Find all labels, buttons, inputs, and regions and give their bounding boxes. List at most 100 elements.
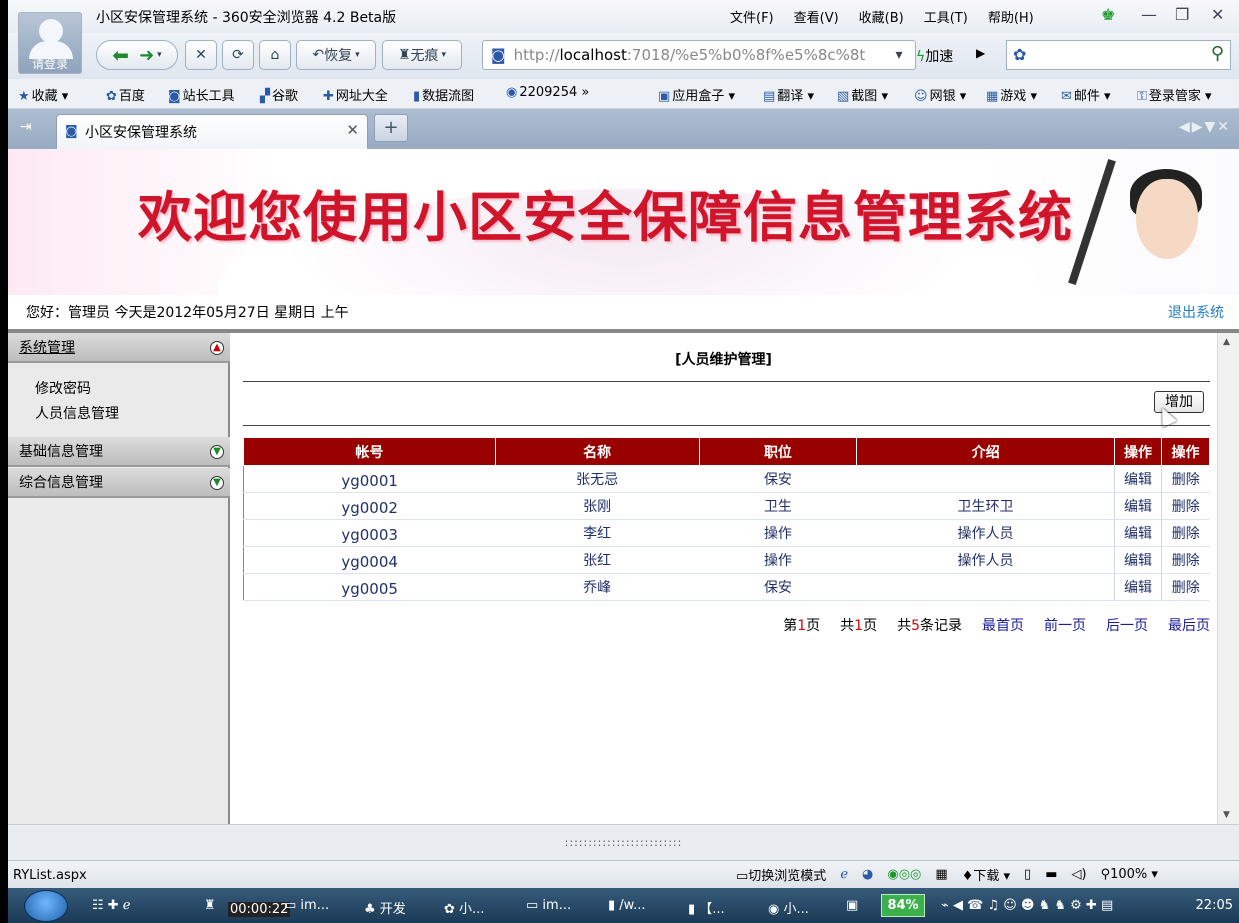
delete-link[interactable]: 删除 [1161, 519, 1210, 547]
edit-link[interactable]: 编辑 [1114, 573, 1162, 601]
menu-file[interactable]: 文件(F) [730, 7, 774, 26]
restore-button[interactable]: ↶ 恢复 ▾ [296, 40, 376, 70]
tab-community-security[interactable]: ◙ 小区安保管理系统 ✕ [56, 114, 368, 149]
logout-link[interactable]: 退出系统 [1168, 302, 1224, 322]
prev-page-link[interactable]: 前一页 [1044, 615, 1086, 635]
fav-dataflow[interactable]: ▮ 数据流图 [413, 85, 474, 104]
column-header-account[interactable]: 帐号 [243, 437, 496, 466]
url-dropdown[interactable]: ▾ [887, 40, 911, 70]
collapse-icon[interactable]: ▲ [210, 341, 224, 355]
delete-link[interactable]: 删除 [1161, 465, 1210, 493]
scroll-up-icon[interactable]: ▲ [1223, 337, 1230, 347]
stop-button[interactable]: ✕ [185, 40, 217, 70]
edit-link[interactable]: 编辑 [1114, 492, 1162, 520]
delete-link[interactable]: 删除 [1161, 546, 1210, 574]
fav-login-manager[interactable]: ⚿ 登录管家 ▾ [1137, 85, 1212, 104]
taskbar-item-browser[interactable]: ◉ 小... [768, 898, 809, 917]
menu-favorites[interactable]: 收藏(B) [859, 7, 904, 26]
menu-view[interactable]: 查看(V) [794, 7, 839, 26]
expand-icon[interactable]: ▼ [210, 476, 224, 490]
first-page-link[interactable]: 最首页 [982, 615, 1024, 635]
fav-translate[interactable]: ▤ 翻译 ▾ [763, 85, 814, 104]
skin-icon[interactable]: ♚ [1101, 5, 1115, 24]
forward-icon[interactable]: ➜ [139, 45, 154, 66]
scroll-down-icon[interactable]: ▼ [1223, 810, 1230, 820]
sidebar-item-personnel[interactable]: 人员信息管理 [35, 403, 119, 423]
quick-launch-icons[interactable]: ☷ ✚ ℯ [92, 898, 131, 913]
back-icon[interactable]: ⬅ [112, 43, 129, 67]
vertical-scrollbar[interactable]: ▲ ▼ [1217, 333, 1239, 824]
download-button[interactable]: ♦下载 ▾ [962, 865, 1010, 884]
fav-web-directory[interactable]: ✚ 网址大全 [323, 85, 388, 104]
taskbar-item-doc[interactable]: ▮ 【... [688, 898, 725, 917]
fav-screenshot[interactable]: ▧ 截图 ▾ [837, 85, 888, 104]
fav-baidu[interactable]: ✿ 百度 [106, 85, 145, 104]
fav-webmaster[interactable]: ◙ 站长工具 [168, 85, 235, 104]
baidu-icon[interactable]: ✿ [1013, 45, 1026, 64]
user-avatar[interactable]: 请登录 [18, 12, 82, 74]
last-page-link[interactable]: 最后页 [1168, 615, 1210, 635]
new-tab-button[interactable]: + [374, 114, 408, 142]
screen-icon[interactable]: ▬ [1045, 867, 1057, 882]
fav-2209254[interactable]: ◉ 2209254 » [506, 85, 589, 100]
go-icon[interactable]: ▶ [976, 46, 985, 60]
expand-icon[interactable]: ▼ [210, 445, 224, 459]
sidebar-item-change-password[interactable]: 修改密码 [35, 378, 91, 398]
taskbar-item-folder[interactable]: ▭ im... [284, 898, 329, 913]
splitter-handle[interactable]: ::::::::::::::::::::::::: [8, 824, 1239, 860]
column-header-intro[interactable]: 介绍 [856, 437, 1116, 466]
close-tab-icon[interactable]: ✕ [346, 121, 359, 139]
chevron-down-icon: ▾ [355, 50, 360, 60]
next-page-link[interactable]: 后一页 [1106, 615, 1148, 635]
sidebar-section-basic-info[interactable]: 基础信息管理 ▼ [8, 437, 230, 467]
minimize-icon[interactable]: — [1141, 5, 1157, 24]
edit-link[interactable]: 编辑 [1114, 465, 1162, 493]
start-button[interactable] [24, 890, 68, 922]
menu-tools[interactable]: 工具(T) [924, 7, 968, 26]
search-input[interactable]: ✿ ⚲ [1006, 40, 1231, 70]
delete-link[interactable]: 删除 [1161, 492, 1210, 520]
maximize-icon[interactable]: ❐ [1175, 5, 1189, 24]
shield-icon[interactable]: ◕ [862, 867, 873, 882]
taskbar-item-dev[interactable]: ♣ 开发 [364, 898, 406, 917]
taskbar-item-web[interactable]: ▮ /w... [608, 898, 646, 913]
fav-app-box[interactable]: ▣ 应用盒子 ▾ [658, 85, 735, 104]
zoom-control[interactable]: ⚲100% ▾ [1101, 867, 1158, 882]
delete-link[interactable]: 删除 [1161, 573, 1210, 601]
fav-games[interactable]: ▦ 游戏 ▾ [986, 85, 1037, 104]
tray-icons[interactable]: ⌁ ◀ ☎ ♫ ☺ ☻ ♞ ♞ ⚙ ✚ ▤ [941, 898, 1113, 913]
phone-icon[interactable]: ▯ [1024, 867, 1031, 882]
tab-controls-icon[interactable]: ◀▶▼✕ [1179, 119, 1231, 135]
fav-google[interactable]: ▞ 谷歌 [260, 85, 298, 104]
edit-link[interactable]: 编辑 [1114, 546, 1162, 574]
calendar-icon[interactable]: ▦ [935, 867, 947, 882]
fav-ebank[interactable]: ☺ 网银 ▾ [914, 85, 966, 104]
column-header-position[interactable]: 职位 [698, 437, 858, 466]
column-header-name[interactable]: 名称 [494, 437, 700, 466]
taskbar-item-app[interactable]: ✿ 小... [444, 898, 484, 917]
login-label[interactable]: 请登录 [19, 55, 81, 72]
browse-mode-toggle[interactable]: ▭切换浏览模式 [736, 865, 826, 884]
speaker-icon[interactable]: ◁) [1071, 867, 1086, 882]
quick-launch-item-icon[interactable]: ♜ [204, 898, 216, 913]
taskbar-item-folder-2[interactable]: ▭ im... [526, 898, 571, 913]
toggle-icon[interactable]: ◉◎◎ [887, 867, 921, 882]
address-bar[interactable]: ◙ http:// localhost :7018/%e5%b0%8f%e5%8… [482, 40, 916, 70]
chevron-down-icon[interactable]: ▾ [157, 50, 162, 60]
sidebar-section-system[interactable]: 系统管理 ▲ [8, 333, 230, 363]
sidebar-toggle-icon[interactable]: ⇥ [20, 119, 32, 135]
search-icon[interactable]: ⚲ [1211, 43, 1224, 64]
taskbar-item-window-icon[interactable]: ▣ [846, 898, 858, 913]
home-button[interactable]: ⌂ [259, 40, 291, 70]
speed-button[interactable]: ϟ加速 [916, 46, 953, 66]
fav-mail[interactable]: ✉ 邮件 ▾ [1061, 85, 1111, 104]
refresh-button[interactable]: ⟳ [222, 40, 254, 70]
close-icon[interactable]: ✕ [1211, 5, 1224, 24]
menu-help[interactable]: 帮助(H) [988, 7, 1034, 26]
back-forward-buttons[interactable]: ⬅ ➜ ▾ [96, 40, 178, 70]
fav-collect[interactable]: ★ 收藏 ▾ [18, 85, 68, 104]
incognito-button[interactable]: ♜ 无痕 ▾ [382, 40, 462, 70]
edit-link[interactable]: 编辑 [1114, 519, 1162, 547]
ie-icon[interactable]: ℯ [840, 867, 848, 882]
sidebar-section-general-info[interactable]: 综合信息管理 ▼ [8, 468, 230, 498]
